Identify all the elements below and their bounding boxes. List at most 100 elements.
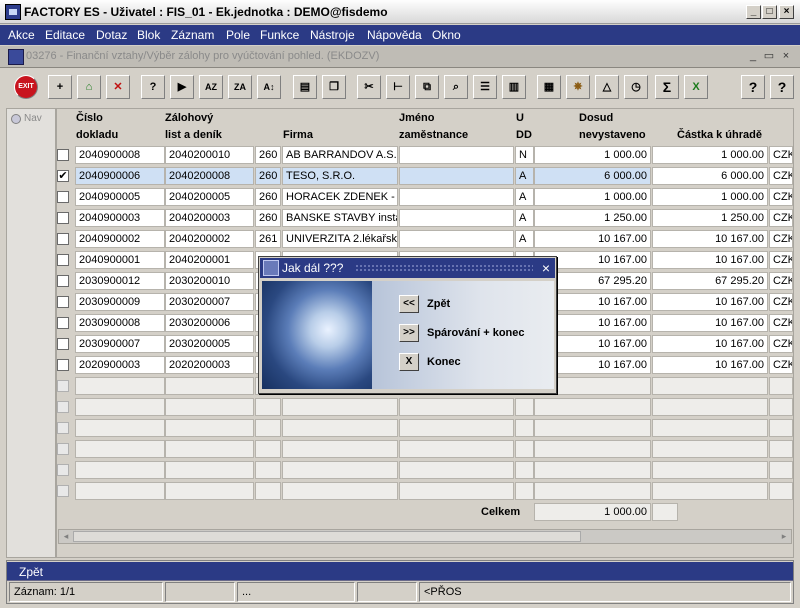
sort-desc-icon[interactable]: ZA xyxy=(228,75,252,99)
cell-firma[interactable] xyxy=(282,398,398,416)
cell-udd[interactable]: A xyxy=(515,188,534,206)
cell-castka[interactable] xyxy=(652,440,768,458)
cell-udd[interactable] xyxy=(515,461,534,479)
window-title-bar[interactable]: FACTORY ES - Uživatel : FIS_01 - Ek.jedn… xyxy=(0,0,800,24)
cell-zalohovy[interactable] xyxy=(165,377,254,395)
menu-akce[interactable]: Akce xyxy=(8,28,35,42)
query-icon[interactable]: ? xyxy=(141,75,165,99)
cell-kod[interactable] xyxy=(255,419,281,437)
join-icon[interactable]: ⧉ xyxy=(415,75,439,99)
search-icon[interactable]: ⌕ xyxy=(444,75,468,99)
list-icon[interactable]: ☰ xyxy=(473,75,497,99)
scroll-right-icon[interactable]: ▸ xyxy=(777,530,791,543)
cell-cislo[interactable]: 2040900008 xyxy=(75,146,165,164)
cell-castka[interactable] xyxy=(652,377,768,395)
cell-zalohovy[interactable]: 2030200007 xyxy=(165,293,254,311)
cell-firma[interactable]: BANSKE STAVBY insta xyxy=(282,209,398,227)
cell-cislo[interactable] xyxy=(75,377,165,395)
cell-dosud[interactable]: 1 000.00 xyxy=(534,146,651,164)
tree-icon[interactable]: ⊢ xyxy=(386,75,410,99)
cell-cislo[interactable] xyxy=(75,398,165,416)
form-minimize-button[interactable]: _ xyxy=(746,50,760,64)
close-button[interactable]: × xyxy=(779,5,794,19)
cell-cislo[interactable]: 2030900008 xyxy=(75,314,165,332)
cell-zalohovy[interactable] xyxy=(165,440,254,458)
cell-udd[interactable]: A xyxy=(515,230,534,248)
finish-label[interactable]: Konec xyxy=(427,356,461,368)
row-checkbox[interactable] xyxy=(57,485,69,497)
cell-mena[interactable]: CZK xyxy=(769,251,793,269)
cell-castka[interactable] xyxy=(652,461,768,479)
row-checkbox[interactable] xyxy=(57,275,69,287)
cell-zalohovy[interactable]: 2030200006 xyxy=(165,314,254,332)
cell-mena[interactable] xyxy=(769,419,793,437)
row-checkbox[interactable] xyxy=(57,149,69,161)
cell-castka[interactable]: 10 167.00 xyxy=(652,335,768,353)
cell-zalohovy[interactable] xyxy=(165,419,254,437)
cell-udd[interactable] xyxy=(515,398,534,416)
cell-zalohovy[interactable]: 2040200001 xyxy=(165,251,254,269)
cell-kod[interactable]: 260 xyxy=(255,188,281,206)
cell-castka[interactable]: 10 167.00 xyxy=(652,356,768,374)
cell-mena[interactable]: CZK xyxy=(769,356,793,374)
cell-castka[interactable]: 10 167.00 xyxy=(652,230,768,248)
cell-jmeno[interactable] xyxy=(399,167,514,185)
finish-button[interactable]: X xyxy=(399,353,419,371)
cell-cislo[interactable] xyxy=(75,461,165,479)
cell-mena[interactable]: CZK xyxy=(769,167,793,185)
row-checkbox[interactable] xyxy=(57,338,69,350)
cell-zalohovy[interactable]: 2020200003 xyxy=(165,356,254,374)
cell-firma[interactable] xyxy=(282,440,398,458)
print-icon[interactable]: ▤ xyxy=(293,75,317,99)
cell-mena[interactable] xyxy=(769,398,793,416)
sum-icon[interactable]: Σ xyxy=(655,75,679,99)
cell-jmeno[interactable] xyxy=(399,398,514,416)
scrollbar-thumb[interactable] xyxy=(73,531,581,542)
exit-button[interactable]: EXIT xyxy=(14,75,38,99)
cell-zalohovy[interactable] xyxy=(165,398,254,416)
cell-castka[interactable]: 1 000.00 xyxy=(652,188,768,206)
pair-and-finish-button[interactable]: >> xyxy=(399,324,419,342)
cell-cislo[interactable]: 2040900001 xyxy=(75,251,165,269)
add-record-icon[interactable]: ⌂ xyxy=(77,75,101,99)
columns-icon[interactable]: ▥ xyxy=(502,75,526,99)
execute-query-icon[interactable]: ▶ xyxy=(170,75,194,99)
cell-cislo[interactable] xyxy=(75,440,165,458)
cell-mena[interactable]: CZK xyxy=(769,146,793,164)
cell-zalohovy[interactable]: 2040200005 xyxy=(165,188,254,206)
menu-pole[interactable]: Pole xyxy=(226,28,250,42)
cell-zalohovy[interactable]: 2040200003 xyxy=(165,209,254,227)
triangle-icon[interactable]: △ xyxy=(595,75,619,99)
menu-editace[interactable]: Editace xyxy=(45,28,85,42)
cell-zalohovy[interactable]: 2030200005 xyxy=(165,335,254,353)
minimize-button[interactable]: _ xyxy=(746,5,761,19)
horizontal-scrollbar[interactable]: ◂ ▸ xyxy=(58,529,792,544)
row-checkbox[interactable] xyxy=(57,380,69,392)
cell-firma[interactable]: HORACEK ZDENEK - CI xyxy=(282,188,398,206)
cell-castka[interactable]: 10 167.00 xyxy=(652,293,768,311)
cell-firma[interactable] xyxy=(282,419,398,437)
wheel-icon[interactable]: ✵ xyxy=(566,75,590,99)
cell-cislo[interactable]: 2020900003 xyxy=(75,356,165,374)
cell-kod[interactable]: 260 xyxy=(255,209,281,227)
cell-castka[interactable] xyxy=(652,482,768,500)
sort-multi-icon[interactable]: A↕ xyxy=(257,75,281,99)
form-close-button[interactable]: × xyxy=(779,50,793,64)
context-help-icon[interactable]: ? xyxy=(770,75,794,99)
row-checkbox[interactable] xyxy=(57,191,69,203)
cell-castka[interactable]: 1 250.00 xyxy=(652,209,768,227)
row-checkbox[interactable] xyxy=(57,233,69,245)
row-checkbox[interactable] xyxy=(57,464,69,476)
menu-zaznam[interactable]: Záznam xyxy=(171,28,214,42)
row-checkbox[interactable] xyxy=(57,296,69,308)
cell-mena[interactable]: CZK xyxy=(769,230,793,248)
cell-dosud[interactable]: 10 167.00 xyxy=(534,230,651,248)
cell-mena[interactable]: CZK xyxy=(769,209,793,227)
cell-firma[interactable] xyxy=(282,482,398,500)
cell-dosud[interactable]: 1 250.00 xyxy=(534,209,651,227)
cell-dosud[interactable]: 6 000.00 xyxy=(534,167,651,185)
scroll-left-icon[interactable]: ◂ xyxy=(59,530,73,543)
cell-zalohovy[interactable]: 2040200002 xyxy=(165,230,254,248)
cell-mena[interactable] xyxy=(769,482,793,500)
help-icon[interactable]: ? xyxy=(741,75,765,99)
